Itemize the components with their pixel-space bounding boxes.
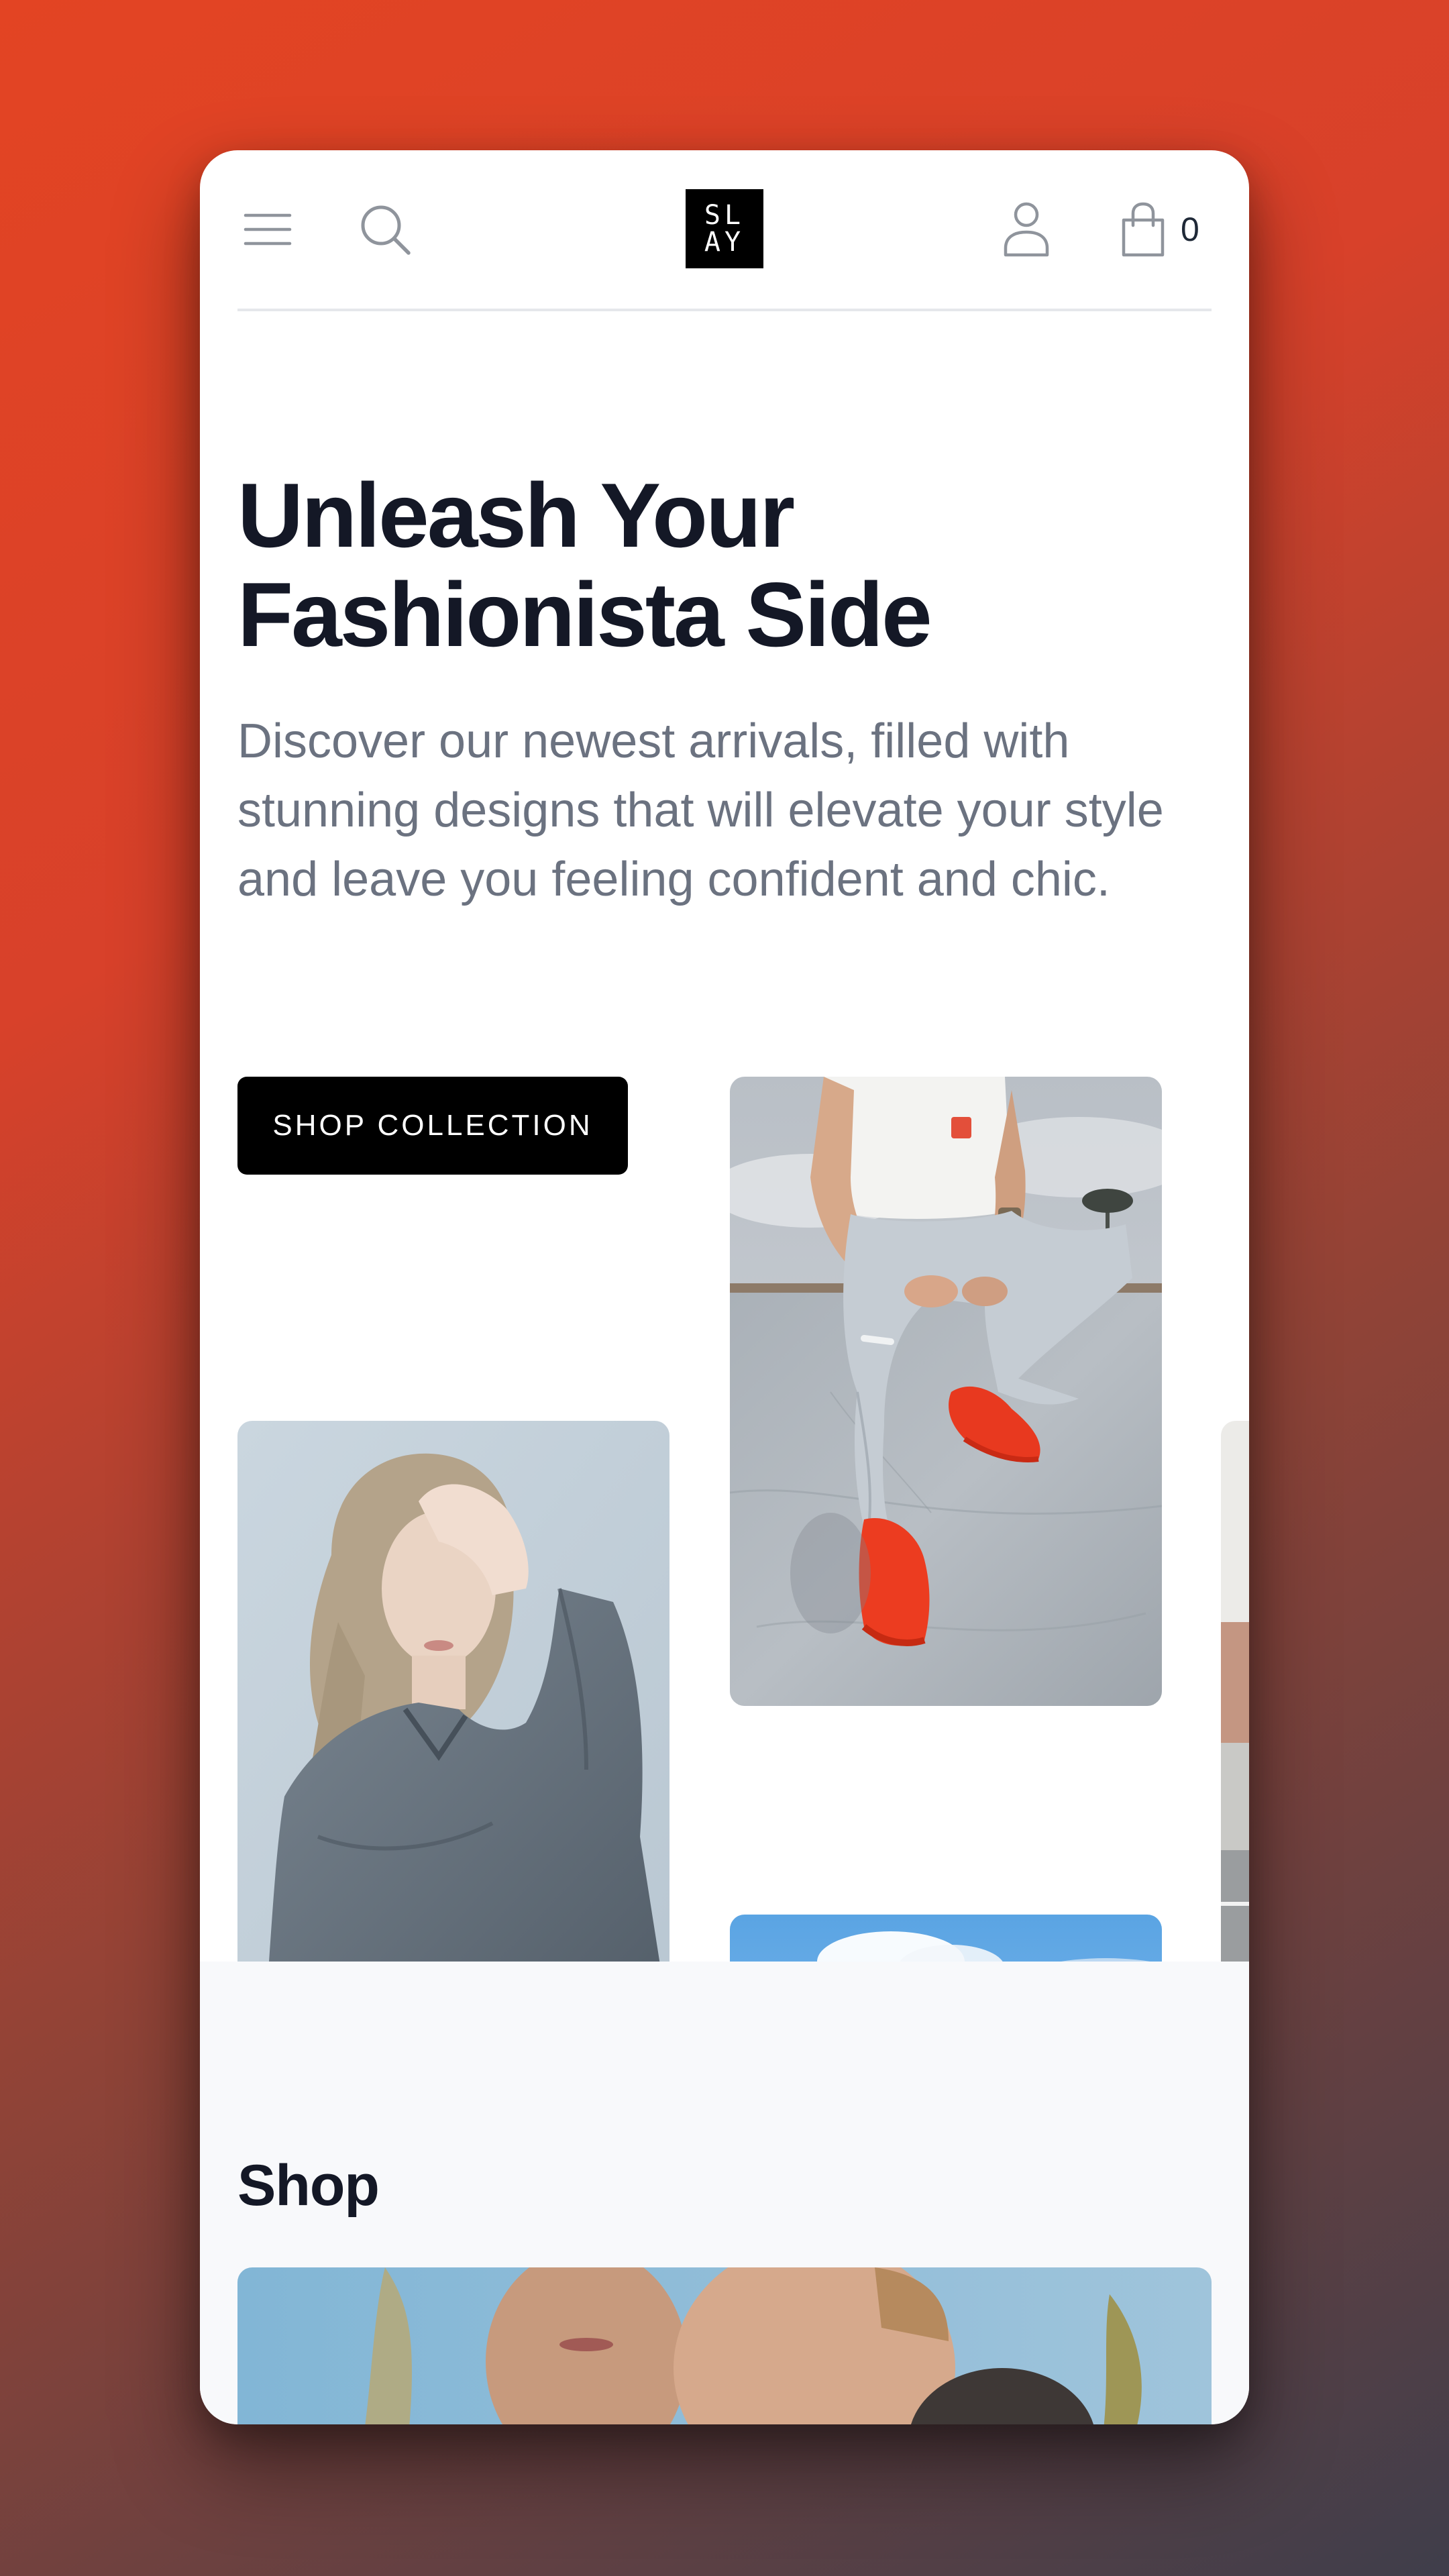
hero-gallery: [200, 1022, 1249, 1962]
phone-frame: SL AY 0 Unleash Your Fashionista Side Di…: [200, 150, 1249, 2424]
search-icon: [358, 203, 412, 256]
shop-banner-image[interactable]: [237, 2267, 1212, 2424]
hero-title-line-2: Fashionista Side: [237, 564, 932, 665]
brand-logo[interactable]: SL AY: [686, 189, 763, 268]
user-icon: [1003, 201, 1050, 258]
search-button[interactable]: [352, 150, 419, 309]
menu-icon: [244, 212, 292, 247]
logo-text-top: SL: [704, 200, 745, 231]
hero-title: Unleash Your Fashionista Side: [237, 466, 1177, 664]
cart-button[interactable]: [1110, 150, 1177, 309]
shopping-bag-icon: [1118, 201, 1168, 258]
gallery-photo-woman-shirt[interactable]: [237, 1421, 669, 1962]
cart-count-badge[interactable]: 0: [1181, 150, 1199, 309]
hero-description: Discover our newest arrivals, filled wit…: [237, 714, 1164, 906]
gallery-photo-woman-desert[interactable]: [730, 1915, 1162, 1962]
menu-button[interactable]: [237, 150, 298, 309]
shop-section-title: Shop: [237, 2153, 380, 2218]
account-button[interactable]: [993, 150, 1060, 309]
shop-section: Shop: [200, 1962, 1249, 2424]
gallery-photo-man-sneakers[interactable]: [730, 1077, 1162, 1706]
site-header: SL AY 0: [237, 150, 1212, 311]
hero-title-line-1: Unleash Your: [237, 464, 795, 566]
logo-text-bottom: AY: [704, 227, 745, 258]
gallery-photo-partial[interactable]: [1221, 1421, 1249, 1962]
